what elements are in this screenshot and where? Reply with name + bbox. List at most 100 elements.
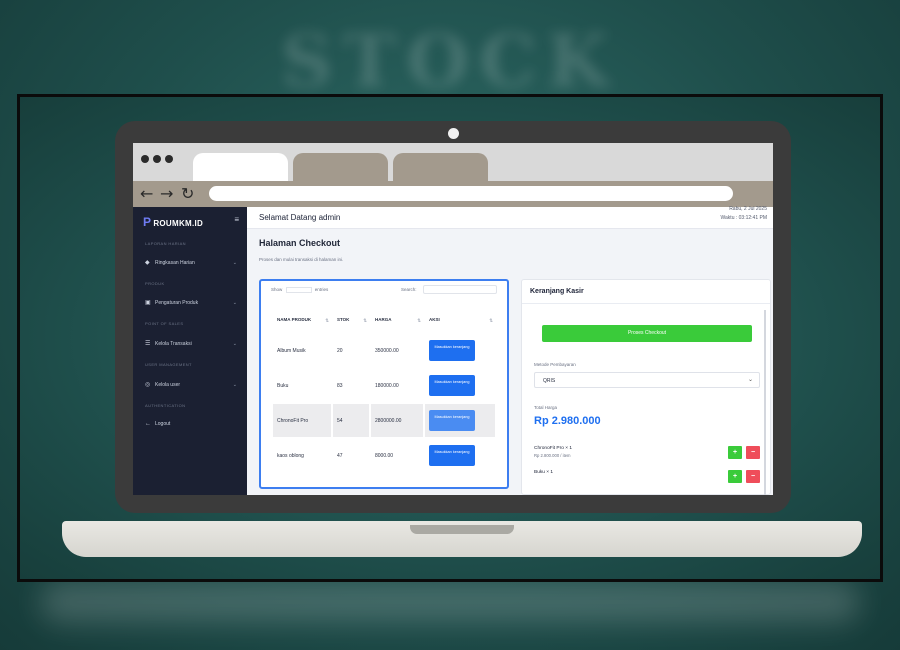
column-header-nama-produk[interactable]: NAMA PRODUK ⇅ [273,306,331,332]
cell-stok: 54 [333,404,369,437]
browser-toolbar: ← → ↻ [133,181,773,207]
browser-tab-active[interactable] [193,153,288,181]
entries-control: Show entries [271,287,328,293]
product-table-card: Show entries Search: NAMA PRODUK ⇅ STOK ⇅ [259,279,509,489]
cell-aksi: Masukkan keranjang [425,439,495,472]
browser-tab-bar [133,143,773,181]
sidebar-item-kelola-user[interactable]: ◎ Kelola user ⌄ [145,381,237,389]
cart-panel: Keranjang Kasir Proses Checkout Metode P… [521,279,771,495]
window-dot-icon[interactable] [141,155,149,163]
welcome-text: Selamat Datang admin [259,213,341,222]
section-label: AUTHENTICATION [145,403,186,408]
entries-label: entries [314,287,329,293]
sidebar-item-label: Kelola Transaksi [155,340,192,347]
sort-icon: ⇅ [325,318,329,323]
box-icon: ▣ [145,300,151,306]
increase-quantity-button[interactable]: + [728,446,742,459]
laptop-base [62,521,862,557]
sidebar-item-logout[interactable]: ← Logout [145,421,237,427]
browser-tab[interactable] [293,153,388,181]
image-frame: ← → ↻ P ROUMKM.ID ≡ LAPORAN HARIAN ◆ Ring… [17,94,883,582]
cell-aksi: Masukkan keranjang [425,369,495,402]
address-bar[interactable] [209,186,733,201]
laptop-screen: ← → ↻ P ROUMKM.ID ≡ LAPORAN HARIAN ◆ Ring… [133,143,773,495]
add-to-cart-button[interactable]: Masukkan keranjang [429,375,475,396]
date-text: Rabu, 2 Jul 2025 [729,206,767,212]
payment-method-label: Metode Pembayaran [534,362,576,367]
section-label: PRODUK [145,281,165,286]
add-to-cart-button[interactable]: Masukkan keranjang [429,445,475,466]
logo-mark-icon: P [143,215,152,229]
header-label: STOK [337,316,350,322]
app-window: P ROUMKM.ID ≡ LAPORAN HARIAN ◆ Ringkasan … [133,205,773,495]
payment-method-select[interactable]: QRIS ⌄ [534,372,760,388]
window-dot-icon[interactable] [165,155,173,163]
sidebar-item-ringkasan-harian[interactable]: ◆ Ringkasan Harian ⌄ [145,259,237,267]
cart-title: Keranjang Kasir [530,288,584,295]
sidebar-item-pengaturan-produk[interactable]: ▣ Pengaturan Produk ⌄ [145,299,237,307]
cell-name: Album Musik [273,334,331,367]
divider [522,303,770,304]
date-time: Rabu, 2 Jul 2025 Waktu : 03:12:41 PM [720,205,767,223]
cart-item-price: Rp 2.800.000 / item [534,453,571,458]
window-dot-icon[interactable] [153,155,161,163]
chevron-down-icon: ⌄ [232,340,237,347]
list-icon: ☰ [145,341,151,347]
background-title: STOCK [280,18,620,103]
sidebar-item-label: Pengaturan Produk [155,299,199,306]
product-table: NAMA PRODUK ⇅ STOK ⇅ HARGA ⇅ AKSI ⇅ Album Mu… [271,304,497,474]
app-logo[interactable]: P ROUMKM.ID [143,215,203,229]
sort-icon: ⇅ [417,318,421,323]
page-title: Halaman Checkout [259,238,341,248]
reload-icon[interactable]: ↻ [181,184,194,203]
menu-toggle-icon[interactable]: ≡ [234,215,239,224]
header-label: NAMA PRODUK [277,316,312,322]
browser-tab[interactable] [393,153,488,181]
laptop-notch [410,525,514,534]
entries-select[interactable] [285,287,312,293]
cell-harga: 2800000.00 [371,404,423,437]
show-label: Show [271,287,283,293]
cell-harga: 180000.00 [371,369,423,402]
header-label: AKSI [429,316,440,322]
forward-arrow-icon[interactable]: → [160,184,173,203]
column-header-harga[interactable]: HARGA ⇅ [371,306,423,332]
decrease-quantity-button[interactable]: − [746,446,760,459]
section-label: POINT OF SALES [145,321,184,326]
scrollbar[interactable] [764,310,766,495]
top-bar: Selamat Datang admin Rabu, 2 Jul 2025 Wa… [247,205,773,229]
laptop-lid: ← → ↻ P ROUMKM.ID ≡ LAPORAN HARIAN ◆ Ring… [115,121,791,513]
chevron-down-icon: ⌄ [232,299,237,306]
column-header-aksi[interactable]: AKSI ⇅ [425,306,495,332]
add-to-cart-button[interactable]: Masukkan keranjang [429,410,475,431]
add-to-cart-button[interactable]: Masukkan keranjang [429,340,475,361]
payment-method-value: QRIS [543,378,556,384]
search-label: Search: [401,287,417,292]
sidebar-item-kelola-transaksi[interactable]: ☰ Kelola Transaksi ⌄ [145,340,237,348]
checkout-button[interactable]: Proses Checkout [542,325,752,342]
time-text: Waktu : 03:12:41 PM [720,215,767,221]
cell-stok: 83 [333,369,369,402]
search-input[interactable] [423,285,497,294]
back-arrow-icon[interactable]: ← [140,184,153,203]
table-row: kaos oblong 47 8000.00 Masukkan keranjan… [273,439,495,472]
header-label: HARGA [375,316,392,322]
logo-text: ROUMKM.ID [153,219,204,228]
decrease-quantity-button[interactable]: − [746,470,760,483]
table-row: ChronoFit Pro 54 2800000.00 Masukkan ker… [273,404,495,437]
main-content: Selamat Datang admin Rabu, 2 Jul 2025 Wa… [247,205,773,495]
cell-name: ChronoFit Pro [273,404,331,437]
window-controls [141,155,173,163]
eye-icon: ◎ [145,382,151,388]
cell-harga: 8000.00 [371,439,423,472]
sidebar-item-label: Logout [155,421,171,427]
sidebar: P ROUMKM.ID ≡ LAPORAN HARIAN ◆ Ringkasan … [133,207,247,495]
sidebar-item-label: Ringkasan Harian [155,259,195,266]
sort-icon: ⇅ [363,318,367,323]
increase-quantity-button[interactable]: + [728,470,742,483]
cell-harga: 350000.00 [371,334,423,367]
cell-aksi: Masukkan keranjang [425,334,495,367]
chevron-down-icon: ⌄ [747,377,753,383]
column-header-stok[interactable]: STOK ⇅ [333,306,369,332]
background-shadow [40,582,860,622]
